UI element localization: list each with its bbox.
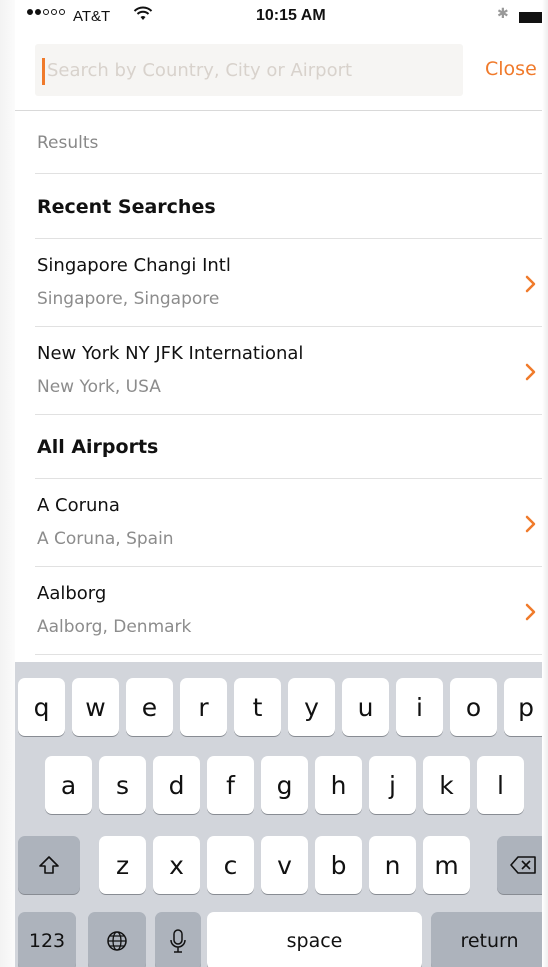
header-divider (15, 110, 548, 111)
chevron-right-icon (525, 515, 536, 533)
list-item-recent-jfk[interactable]: New York NY JFK International New York, … (15, 327, 548, 415)
key-e[interactable]: e (126, 678, 173, 736)
airport-location: A Coruna, Spain (37, 529, 174, 549)
return-key[interactable]: return (431, 912, 548, 967)
list-item-recent-singapore[interactable]: Singapore Changi Intl Singapore, Singapo… (15, 239, 548, 327)
key-y[interactable]: y (288, 678, 335, 736)
globe-icon (107, 931, 127, 951)
key-q[interactable]: q (18, 678, 65, 736)
airport-name: A Coruna (37, 495, 120, 516)
key-l[interactable]: l (477, 756, 524, 814)
chevron-right-icon (525, 603, 536, 621)
airport-location: Singapore, Singapore (37, 289, 220, 309)
key-z[interactable]: z (99, 836, 146, 894)
recent-searches-heading: Recent Searches (37, 196, 216, 218)
list-item-a-coruna[interactable]: A Coruna A Coruna, Spain (15, 479, 548, 567)
search-input[interactable] (47, 44, 459, 96)
key-w[interactable]: w (72, 678, 119, 736)
key-s[interactable]: s (99, 756, 146, 814)
space-key[interactable]: space (207, 912, 422, 967)
airport-location: Aalborg, Denmark (37, 617, 192, 637)
list-item-aalborg[interactable]: Aalborg Aalborg, Denmark (15, 567, 548, 655)
key-j[interactable]: j (369, 756, 416, 814)
on-screen-keyboard: q w e r t y u i o p a s d f g h j k l z … (15, 662, 548, 967)
key-b[interactable]: b (315, 836, 362, 894)
key-x[interactable]: x (153, 836, 200, 894)
dictation-key[interactable] (155, 912, 201, 967)
key-h[interactable]: h (315, 756, 362, 814)
frame-right (542, 0, 548, 967)
key-a[interactable]: a (45, 756, 92, 814)
key-v[interactable]: v (261, 836, 308, 894)
text-cursor (42, 58, 45, 85)
key-r[interactable]: r (180, 678, 227, 736)
key-c[interactable]: c (207, 836, 254, 894)
status-time: 10:15 AM (256, 7, 326, 24)
airport-name: New York NY JFK International (37, 343, 304, 364)
shift-key[interactable] (18, 836, 80, 894)
key-u[interactable]: u (342, 678, 389, 736)
airport-name: Singapore Changi Intl (37, 255, 231, 276)
carrier-label: AT&T (73, 8, 111, 25)
key-t[interactable]: t (234, 678, 281, 736)
signal-strength-icon (27, 9, 65, 15)
key-f[interactable]: f (207, 756, 254, 814)
key-k[interactable]: k (423, 756, 470, 814)
key-d[interactable]: d (153, 756, 200, 814)
bluetooth-icon: ✱ (497, 6, 509, 22)
delete-icon (509, 856, 536, 874)
airport-location: New York, USA (37, 377, 161, 397)
key-g[interactable]: g (261, 756, 308, 814)
close-button[interactable]: Close (485, 58, 537, 80)
divider (35, 173, 548, 174)
airport-name: Aalborg (37, 583, 107, 604)
status-bar: AT&T 10:15 AM ✱ (15, 0, 548, 36)
chevron-right-icon (525, 363, 536, 381)
screen: AT&T 10:15 AM ✱ Close Results Recent Sea… (15, 0, 548, 967)
key-i[interactable]: i (396, 678, 443, 736)
search-field[interactable] (35, 44, 463, 96)
frame-left (0, 0, 15, 967)
key-m[interactable]: m (423, 836, 470, 894)
divider (35, 654, 548, 655)
microphone-icon (170, 929, 186, 953)
key-o[interactable]: o (450, 678, 497, 736)
numbers-key[interactable]: 123 (18, 912, 76, 967)
all-airports-heading: All Airports (37, 436, 159, 458)
divider (35, 414, 548, 415)
wifi-icon (133, 6, 153, 20)
globe-key[interactable] (88, 912, 146, 967)
key-n[interactable]: n (369, 836, 416, 894)
shift-icon (39, 856, 59, 874)
results-label: Results (37, 133, 99, 153)
chevron-right-icon (525, 275, 536, 293)
delete-key[interactable] (497, 836, 548, 894)
